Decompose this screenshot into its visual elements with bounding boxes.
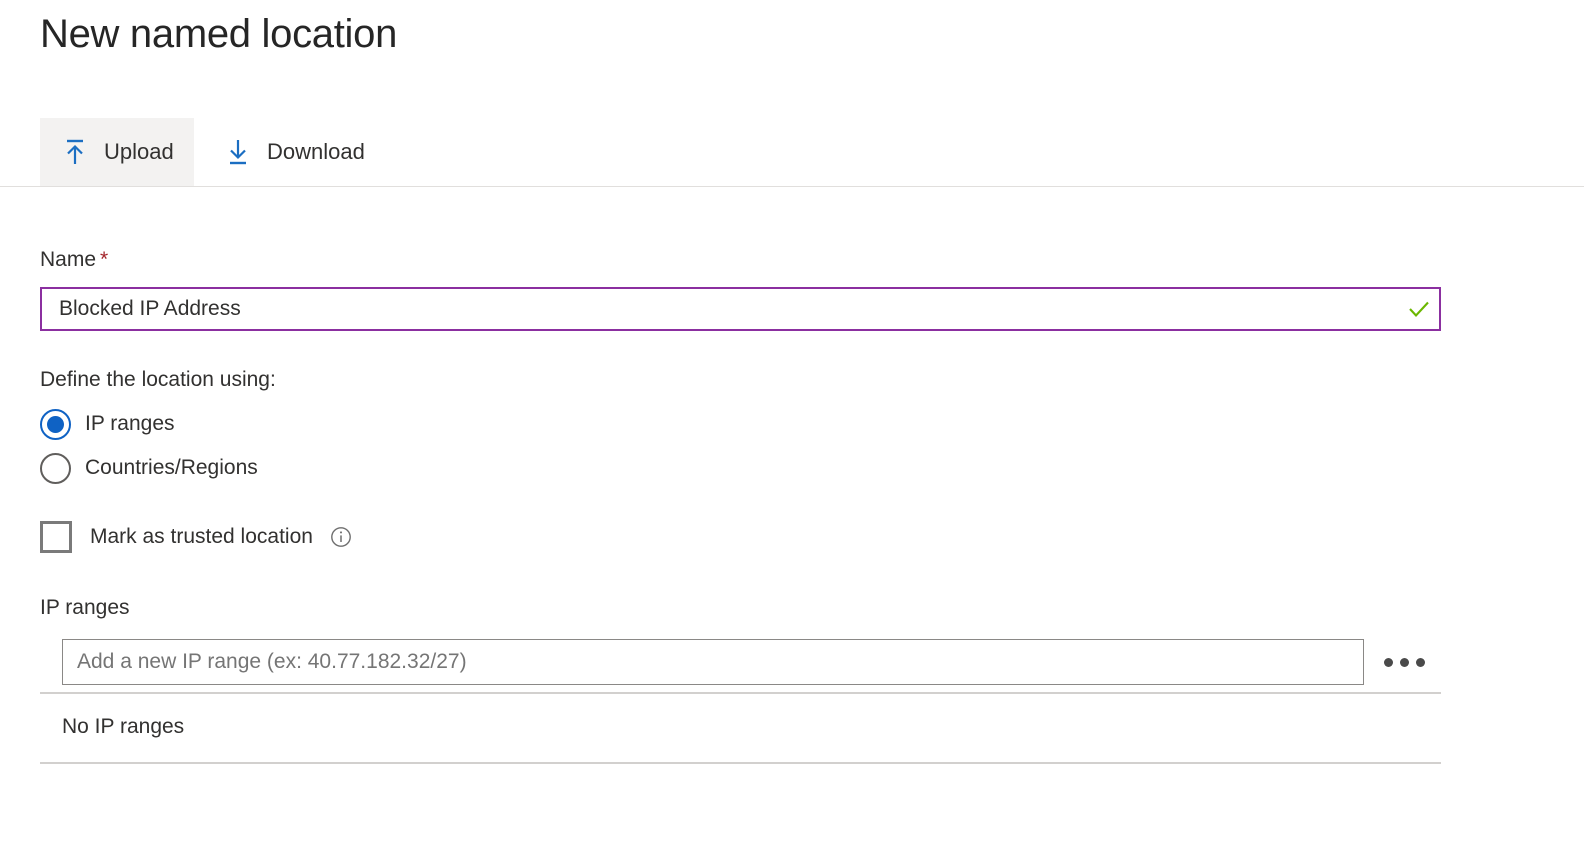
- trusted-location-row[interactable]: Mark as trusted location: [40, 517, 353, 557]
- trusted-location-label: Mark as trusted location: [90, 525, 313, 548]
- command-toolbar: Upload Download: [0, 118, 1584, 187]
- ellipsis-icon[interactable]: [1376, 639, 1432, 685]
- upload-button-label: Upload: [104, 139, 174, 164]
- name-label-text: Name: [40, 248, 97, 271]
- ip-range-input[interactable]: [62, 639, 1364, 685]
- divider-below-list: [40, 762, 1441, 764]
- download-icon: [223, 135, 253, 169]
- download-button[interactable]: Download: [203, 118, 385, 186]
- trusted-location-checkbox[interactable]: [40, 521, 72, 553]
- name-field-container[interactable]: [40, 287, 1441, 331]
- radio-label-ip-ranges: IP ranges: [85, 412, 175, 435]
- radio-option-ip-ranges[interactable]: IP ranges: [40, 405, 175, 443]
- ellipsis-dot: [1399, 657, 1409, 667]
- download-button-label: Download: [267, 139, 365, 164]
- divider-above-list: [40, 692, 1441, 694]
- name-input[interactable]: [42, 289, 1399, 329]
- checkmark-icon: [1399, 289, 1439, 329]
- name-field-label: Name *: [40, 247, 108, 273]
- ip-range-add-row: [62, 639, 1441, 685]
- required-asterisk: *: [100, 248, 109, 271]
- define-location-label: Define the location using:: [40, 368, 276, 391]
- upload-button[interactable]: Upload: [40, 118, 194, 186]
- radio-option-countries-regions[interactable]: Countries/Regions: [40, 449, 258, 487]
- ellipsis-dot: [1383, 657, 1393, 667]
- ellipsis-dot: [1415, 657, 1425, 667]
- info-icon[interactable]: [329, 525, 353, 549]
- ip-ranges-section-label: IP ranges: [40, 596, 130, 619]
- upload-icon: [60, 135, 90, 169]
- radio-icon-countries-regions: [40, 452, 71, 484]
- page-title: New named location: [40, 12, 398, 56]
- radio-label-countries-regions: Countries/Regions: [85, 456, 258, 479]
- radio-icon-ip-ranges: [40, 408, 71, 440]
- ip-ranges-empty-message: No IP ranges: [62, 715, 185, 738]
